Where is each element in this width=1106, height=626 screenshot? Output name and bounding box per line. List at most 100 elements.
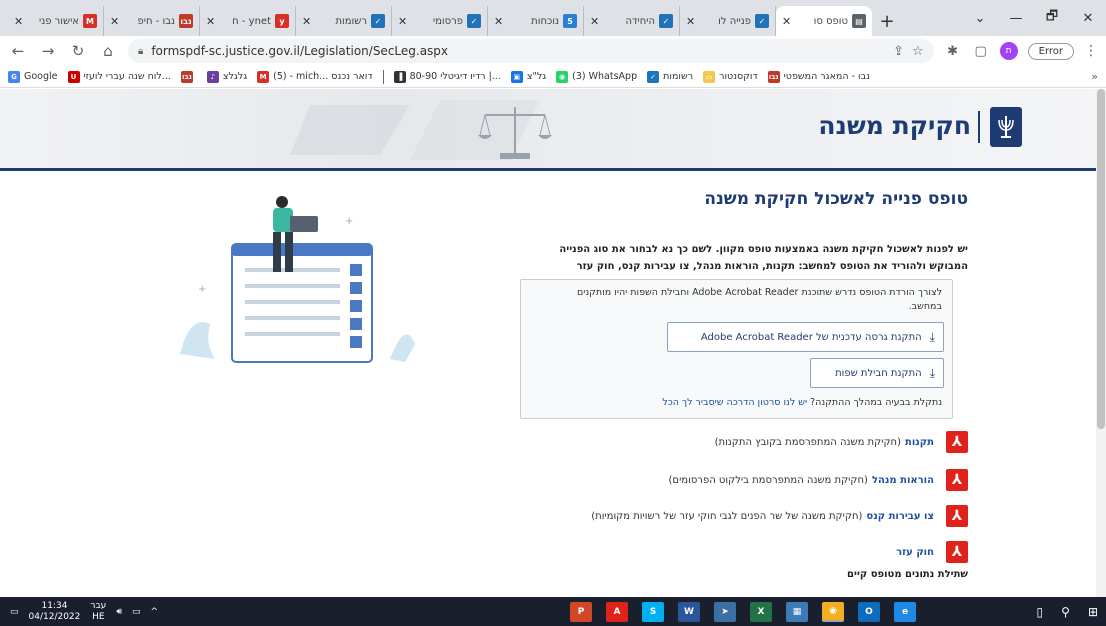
home-button[interactable]: ⌂ [98, 42, 118, 60]
bookmark-7[interactable]: ◉ (3) WhatsApp [556, 70, 637, 83]
bookmark-3[interactable]: ♪ גלגלצ [206, 70, 247, 83]
close-tab-icon[interactable]: ✕ [494, 15, 504, 28]
arrow-app-icon[interactable]: ➤ [714, 601, 736, 622]
restore-button[interactable]: 🗗 [1034, 7, 1070, 29]
bookmark-9[interactable]: ▭ דוקסנטור [703, 70, 758, 83]
tab-6[interactable]: ✕ היחידה ✓ [584, 6, 680, 36]
bookmark-icon: נבו [767, 70, 780, 83]
chrome-icon[interactable]: ◉ [822, 601, 844, 622]
minimize-button[interactable]: — [998, 11, 1034, 26]
bookmark-4[interactable]: M (5) - mich... דואר נכנס [257, 70, 373, 83]
acrobat-icon[interactable]: A [606, 601, 628, 622]
form-link[interactable]: הוראות מנהל [872, 475, 934, 486]
tab-4[interactable]: ✕ פרסומי ✓ [392, 6, 488, 36]
check-icon: ✓ [755, 14, 769, 28]
tab-8[interactable]: ✕ טופס סו ▤ [776, 6, 872, 36]
powerpoint-icon[interactable]: P [570, 601, 592, 622]
lock-icon[interactable]: 🔒︎ [138, 46, 143, 57]
edge-icon[interactable]: e [894, 601, 916, 622]
outlook-icon[interactable]: O [858, 601, 880, 622]
bookmark-6[interactable]: ▣ גל"צ [510, 70, 546, 83]
tab-title: פרסומי [432, 15, 463, 27]
help-prefix: נתקלת בבעיה במהלך ההתקנה? [810, 397, 942, 408]
tab-3[interactable]: ✕ רשומות ✓ [296, 6, 392, 36]
language-bottom: HE [92, 611, 105, 622]
photo-app-icon[interactable]: ▦ [786, 601, 808, 622]
language-indicator[interactable]: עבר HE [90, 601, 106, 623]
url-text[interactable]: formspdf-sc.justice.gov.il/Legislation/S… [151, 44, 885, 58]
scales-of-justice-icon [290, 100, 552, 160]
pdf-icon[interactable]: ⅄ [946, 431, 968, 453]
nevo-icon: נבו [179, 14, 193, 28]
state-emblem-icon[interactable] [990, 107, 1022, 147]
tray-chevron-icon[interactable]: ^ [151, 607, 159, 617]
bookmark-icon: ▐ [393, 70, 406, 83]
close-tab-icon[interactable]: ✕ [206, 15, 216, 28]
form-link[interactable]: צו עבירות קנס [866, 511, 934, 522]
notification-icon[interactable]: ▭ [10, 607, 19, 617]
tab-7[interactable]: ✕ פנייה לו ✓ [680, 6, 776, 36]
volume-icon[interactable]: 🔊︎ [116, 607, 122, 617]
form-link[interactable]: תקנות [905, 437, 934, 448]
bookmarks-overflow-icon[interactable]: » [1091, 70, 1098, 83]
tab-title: טופס סו [813, 15, 848, 27]
site-title[interactable]: חקיקת משנה [818, 111, 971, 140]
bookmark-star-icon[interactable]: ☆ [912, 44, 924, 59]
ynet-icon: y [275, 14, 289, 28]
tab-2[interactable]: ✕ ynet - ח y [200, 6, 296, 36]
clock[interactable]: 11:34 04/12/2022 [29, 601, 81, 623]
share-icon[interactable]: ⇪ [893, 44, 904, 59]
bookmark-5[interactable]: ▐ רדיו דיגיטלי 80-90 |... [393, 70, 501, 83]
start-windows-icon[interactable]: ⊞ [1088, 605, 1098, 619]
tab-5[interactable]: ✕ נוכחות 5 [488, 6, 584, 36]
bookmark-2[interactable]: נבו [180, 70, 197, 83]
forward-button[interactable]: → [38, 42, 58, 60]
install-acrobat-button[interactable]: ⤓ התקנת גרסה עדכנית של Adobe Acrobat Rea… [667, 322, 944, 352]
language-top: עבר [90, 600, 107, 611]
tab-search-chevron-icon[interactable]: ⌄ [962, 11, 998, 26]
browser-menu-icon[interactable]: ⋮ [1084, 43, 1098, 59]
tutorial-video-link[interactable]: יש לנו סרטון הדרכה שיסביר לך הכל [662, 397, 807, 408]
network-icon[interactable]: ▭ [132, 607, 141, 617]
address-bar[interactable]: 🔒︎ formspdf-sc.justice.gov.il/Legislatio… [128, 39, 934, 63]
close-tab-icon[interactable]: ✕ [14, 15, 24, 28]
close-tab-icon[interactable]: ✕ [686, 15, 696, 28]
install-langpack-button[interactable]: ⤓ התקנת חבילת שפות [810, 358, 944, 388]
excel-icon[interactable]: X [750, 601, 772, 622]
scrollbar-thumb[interactable] [1097, 89, 1105, 429]
title-divider [978, 111, 980, 143]
bookmark-1[interactable]: U לוח שנה עברי לועזי... [67, 70, 171, 83]
tab-0[interactable]: ✕ אישור פני M [8, 6, 104, 36]
bookmark-8[interactable]: ✓ רשומות [647, 70, 694, 83]
side-panel-icon[interactable]: ▢ [972, 44, 990, 59]
pdf-icon[interactable]: ⅄ [946, 541, 968, 563]
page-scrollbar[interactable] [1096, 89, 1106, 597]
pdf-icon[interactable]: ⅄ [946, 505, 968, 527]
new-tab-button[interactable]: + [872, 6, 902, 36]
search-icon[interactable]: ⚲ [1061, 605, 1070, 619]
task-view-icon[interactable]: ▯ [1037, 605, 1044, 619]
back-button[interactable]: ← [8, 42, 28, 60]
close-tab-icon[interactable]: ✕ [782, 15, 792, 28]
form-link[interactable]: חוק עזר [896, 547, 934, 558]
bookmark-label: רשומות [663, 71, 694, 82]
pdf-icon[interactable]: ⅄ [946, 469, 968, 491]
bookmark-icon: ▣ [510, 70, 523, 83]
error-status-button[interactable]: Error [1027, 42, 1074, 60]
close-tab-icon[interactable]: ✕ [302, 15, 312, 28]
download-icon: ⤓ [929, 329, 935, 344]
tab-1[interactable]: ✕ נבו - חיפ נבו [104, 6, 200, 36]
word-icon[interactable]: W [678, 601, 700, 622]
close-tab-icon[interactable]: ✕ [110, 15, 120, 28]
bookmark-0[interactable]: G Google [8, 70, 58, 83]
close-tab-icon[interactable]: ✕ [398, 15, 408, 28]
bookmark-10[interactable]: נבו נבו - המאגר המשפטי [767, 70, 870, 83]
tab-title: רשומות [335, 15, 367, 27]
reload-button[interactable]: ↻ [68, 42, 88, 60]
profile-avatar[interactable]: ת [999, 42, 1018, 60]
install-langpack-label: התקנת חבילת שפות [835, 367, 922, 379]
close-window-button[interactable]: ✕ [1070, 11, 1106, 26]
skype-icon[interactable]: S [642, 601, 664, 622]
extensions-puzzle-icon[interactable]: ✱ [944, 44, 962, 59]
close-tab-icon[interactable]: ✕ [590, 15, 600, 28]
